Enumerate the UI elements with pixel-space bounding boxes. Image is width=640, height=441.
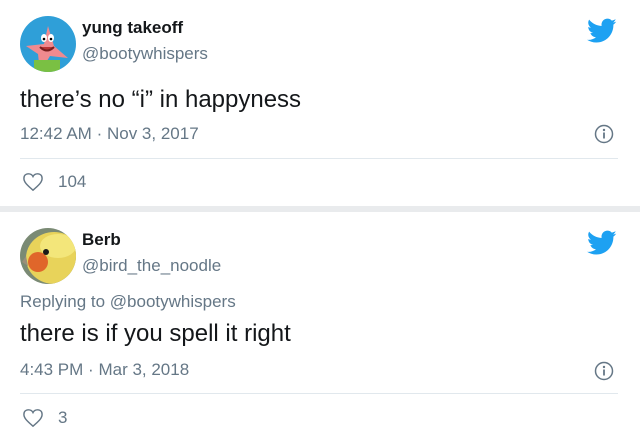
divider [20, 393, 618, 394]
heart-icon [23, 409, 43, 428]
tweet-timestamp[interactable]: 12:42 AM · Nov 3, 2017 [20, 124, 199, 144]
tweet-date: Nov 3, 2017 [106, 124, 199, 143]
tweet-card: yung takeoff @bootywhispers there’s no “… [0, 0, 640, 206]
user-handle[interactable]: @bootywhispers [82, 44, 208, 64]
like-button[interactable]: 104 [22, 172, 86, 192]
tweet-text: there’s no “i” in happyness [20, 86, 302, 113]
meta-separator: · [88, 360, 94, 379]
avatar[interactable] [20, 228, 76, 284]
display-name[interactable]: Berb [82, 230, 121, 250]
reply-tweet-card: Berb @bird_the_noodle Replying to @booty… [0, 212, 640, 441]
tweet-text: there is if you spell it right [20, 320, 291, 347]
tweet-timestamp[interactable]: 4:43 PM · Mar 3, 2018 [20, 360, 189, 380]
avatar[interactable] [20, 16, 76, 72]
mention-link[interactable]: @bootywhispers [110, 292, 236, 311]
meta-separator: · [96, 124, 103, 143]
replying-to: Replying to @bootywhispers [20, 292, 236, 312]
replying-prefix: Replying to [20, 292, 106, 311]
like-count: 3 [58, 408, 68, 427]
tweet-time: 4:43 PM [20, 360, 84, 379]
tweet-date: Mar 3, 2018 [98, 360, 190, 379]
user-handle[interactable]: @bird_the_noodle [82, 256, 221, 276]
display-name[interactable]: yung takeoff [82, 18, 183, 38]
tweet-time: 12:42 AM [20, 124, 92, 143]
twitter-bird-icon [587, 230, 617, 255]
info-icon[interactable] [594, 361, 614, 381]
like-count: 104 [58, 172, 87, 191]
info-icon[interactable] [594, 124, 614, 144]
twitter-bird-icon [587, 18, 617, 43]
like-button[interactable]: 3 [22, 408, 67, 428]
patrick-star-avatar [20, 16, 76, 72]
heart-icon [23, 173, 43, 192]
divider [20, 158, 618, 159]
cockatiel-avatar [20, 228, 76, 284]
